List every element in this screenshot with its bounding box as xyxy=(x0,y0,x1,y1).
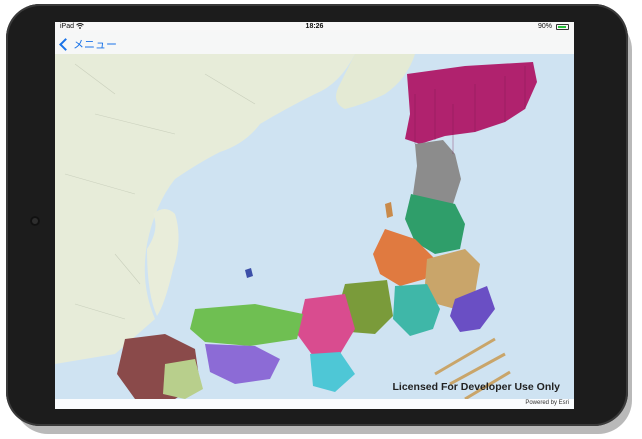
attribution-bar: Powered by Esri xyxy=(55,399,574,409)
chevron-left-icon xyxy=(59,38,72,51)
front-camera xyxy=(30,216,40,226)
back-label: メニュー xyxy=(73,39,117,51)
attribution-text[interactable]: Powered by Esri xyxy=(525,400,569,406)
navigation-bar: メニュー xyxy=(55,32,574,55)
back-button[interactable]: メニュー xyxy=(59,36,117,52)
status-bar: iPad 18:26 90% xyxy=(55,22,574,32)
battery-icon xyxy=(556,24,569,30)
map-view[interactable] xyxy=(55,54,574,399)
status-time: 18:26 xyxy=(305,23,324,30)
app-screen: iPad 18:26 90% メニュー Licensed For Develop… xyxy=(55,22,574,409)
battery-percent: 90% xyxy=(537,23,552,30)
license-watermark: Licensed For Developer Use Only xyxy=(392,381,560,393)
battery-fill xyxy=(558,26,567,28)
